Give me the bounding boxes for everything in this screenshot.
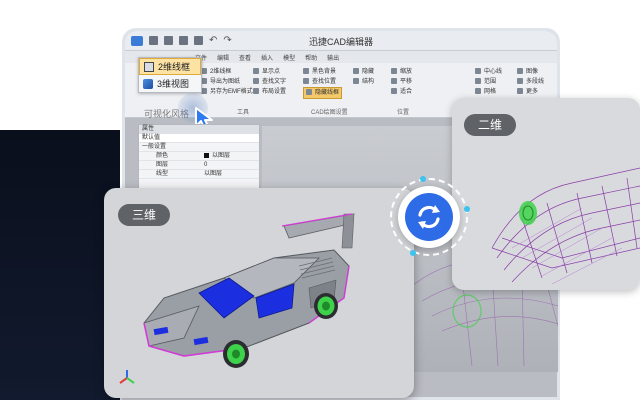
ribbon-button[interactable]: 布局设置 bbox=[253, 87, 286, 97]
ribbon-group-label: CAD绘图设置 bbox=[311, 110, 348, 116]
property-value: 0 bbox=[204, 162, 208, 168]
ribbon-group: 缩放 平移 适合 bbox=[391, 67, 412, 97]
property-row[interactable]: 线型 以图层 bbox=[139, 170, 259, 179]
connector-dot bbox=[420, 176, 426, 182]
front-wheel bbox=[223, 340, 249, 368]
property-key: 图层 bbox=[156, 162, 169, 168]
property-value: 以图层 bbox=[212, 153, 231, 159]
2d-view-card: 二维 bbox=[452, 98, 640, 290]
ribbon-group: 隐藏 结构 bbox=[353, 67, 374, 87]
ribbon-button[interactable]: 隐藏 bbox=[353, 67, 374, 77]
ribbon-button[interactable]: 黑色背景 bbox=[303, 67, 342, 77]
connector-dot bbox=[410, 250, 416, 256]
window-title: 迅捷CAD编辑器 bbox=[308, 37, 373, 47]
layer-select[interactable]: 默认值 bbox=[139, 134, 259, 143]
rear-wheel bbox=[314, 293, 338, 319]
wireframe-icon bbox=[144, 61, 154, 72]
ribbon-group: 图像 多段线 更多 bbox=[517, 67, 544, 97]
property-row[interactable]: 图层 0 bbox=[139, 161, 259, 170]
menu-item-label: 2维线框 bbox=[158, 62, 191, 72]
menu-item[interactable]: 输出 bbox=[327, 53, 339, 62]
ribbon-button[interactable]: 适合 bbox=[391, 87, 412, 97]
ribbon-button[interactable]: 网格 bbox=[475, 87, 502, 97]
ribbon-group-label: 工具 bbox=[237, 110, 250, 116]
menu-item-2d-wireframe[interactable]: 2维线框 bbox=[139, 58, 201, 75]
ribbon-button[interactable]: 缩放 bbox=[391, 67, 412, 77]
panel-header: 属性 bbox=[139, 125, 259, 134]
property-row[interactable]: 颜色 以图层 bbox=[139, 152, 259, 161]
visual-style-dropdown: 2维线框 3维视图 bbox=[138, 57, 202, 93]
3d-view-card: 三维 bbox=[104, 188, 414, 398]
menu-item[interactable]: 模型 bbox=[283, 53, 295, 62]
ucs-axis-icon bbox=[119, 370, 135, 384]
property-key: 颜色 bbox=[156, 153, 169, 159]
property-key: 线型 bbox=[156, 171, 169, 177]
ribbon-button[interactable]: 结构 bbox=[353, 77, 374, 87]
ribbon-button[interactable]: 查找文字 bbox=[253, 77, 286, 87]
highlighted-ribbon-button[interactable]: 隐藏线框 bbox=[303, 87, 343, 99]
menu-item-3d-view[interactable]: 3维视图 bbox=[139, 75, 201, 92]
ribbon-button[interactable]: 中心线 bbox=[475, 67, 502, 77]
menu-item[interactable]: 插入 bbox=[261, 53, 273, 62]
property-value: 以图层 bbox=[204, 171, 223, 177]
menu-item[interactable]: 帮助 bbox=[305, 53, 317, 62]
car-model-3d bbox=[143, 213, 355, 368]
menu-item[interactable]: 查看 bbox=[239, 53, 251, 62]
menu-item-label: 3维视图 bbox=[157, 79, 190, 89]
color-swatch bbox=[204, 152, 209, 158]
ribbon-group: 黑色背景 查找位置 隐藏线框 bbox=[303, 67, 343, 99]
ribbon-button[interactable]: 范围 bbox=[475, 77, 502, 87]
2d-view-label: 二维 bbox=[464, 114, 517, 136]
ribbon-button[interactable]: 导出为图纸 bbox=[201, 77, 253, 87]
ribbon-button[interactable]: 另存为EMF格式 bbox=[201, 87, 253, 97]
ribbon-button[interactable]: 查找位置 bbox=[303, 77, 342, 87]
menu-item[interactable]: 编辑 bbox=[217, 53, 229, 62]
3d-view-icon bbox=[143, 78, 153, 89]
wheel-2d bbox=[519, 201, 537, 225]
title-bar: ↶ ↷ 迅捷CAD编辑器 bbox=[125, 31, 557, 51]
ribbon-button[interactable]: 图像 bbox=[517, 67, 544, 77]
ribbon-button[interactable]: 2维线框 bbox=[201, 67, 253, 77]
dark-background-accent bbox=[0, 130, 120, 400]
ribbon-group: 中心线 范围 网格 bbox=[475, 67, 502, 97]
section-title: 一般设置 bbox=[142, 144, 167, 150]
sync-button[interactable] bbox=[405, 193, 453, 241]
connector-dot bbox=[464, 206, 470, 212]
properties-panel: 属性 默认值 一般设置 颜色 以图层 图层 0 线型 以图层 bbox=[138, 124, 260, 190]
section-header[interactable]: 一般设置 bbox=[139, 143, 259, 152]
ribbon-group: 2维线框 导出为图纸 另存为EMF格式 bbox=[201, 67, 253, 97]
ribbon-button[interactable]: 显示点 bbox=[253, 67, 286, 77]
ribbon-button[interactable]: 平移 bbox=[391, 77, 412, 87]
ribbon-group-label: 位置 bbox=[397, 110, 410, 116]
select-value: 默认值 bbox=[142, 135, 161, 141]
ribbon-group: 显示点 查找文字 布局设置 bbox=[253, 67, 286, 97]
ribbon-button[interactable]: 多段线 bbox=[517, 77, 544, 87]
refresh-icon bbox=[418, 205, 440, 229]
ribbon-button[interactable]: 更多 bbox=[517, 87, 544, 97]
